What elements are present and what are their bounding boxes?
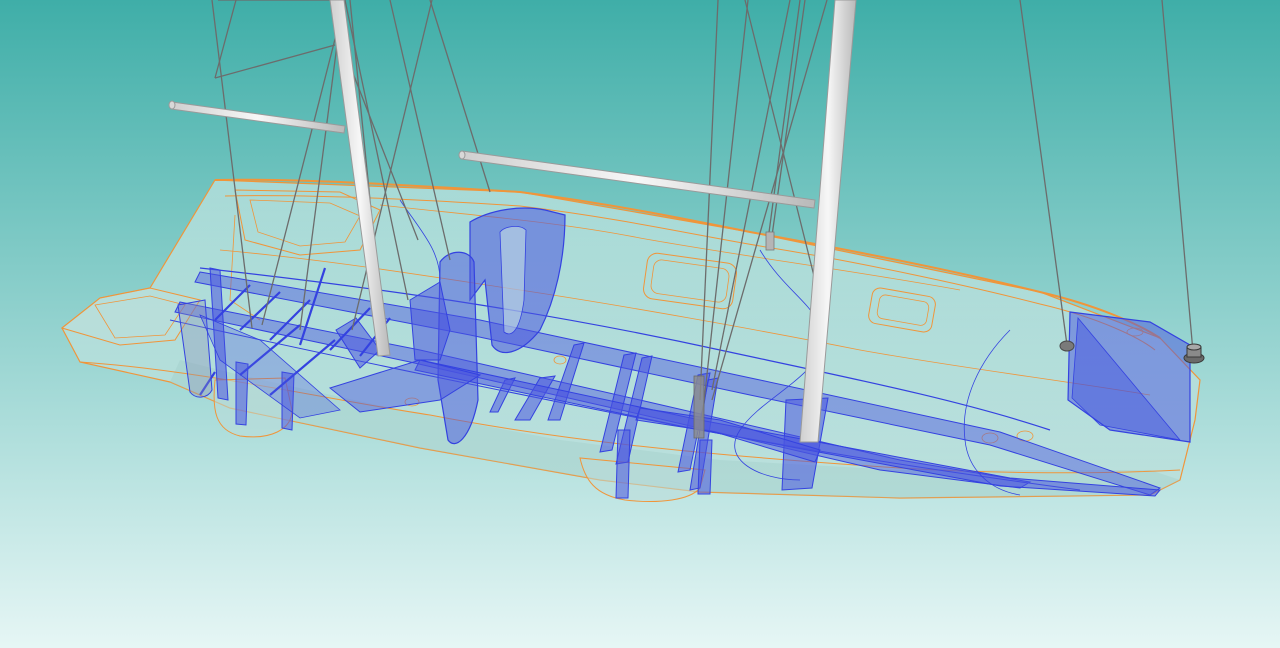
gooseneck-fitting [765, 231, 775, 251]
model-viewport[interactable] [0, 0, 1280, 648]
frame-11 [697, 439, 713, 495]
fore-boom-end [458, 150, 466, 160]
aft-boom-end [168, 100, 176, 110]
frame-10 [615, 429, 631, 499]
sailboat-3d-scene[interactable] [0, 0, 1280, 648]
stemhead-fitting-top [1186, 343, 1202, 351]
compression-post [693, 375, 705, 439]
chainplate-fitting-1 [1059, 340, 1075, 352]
